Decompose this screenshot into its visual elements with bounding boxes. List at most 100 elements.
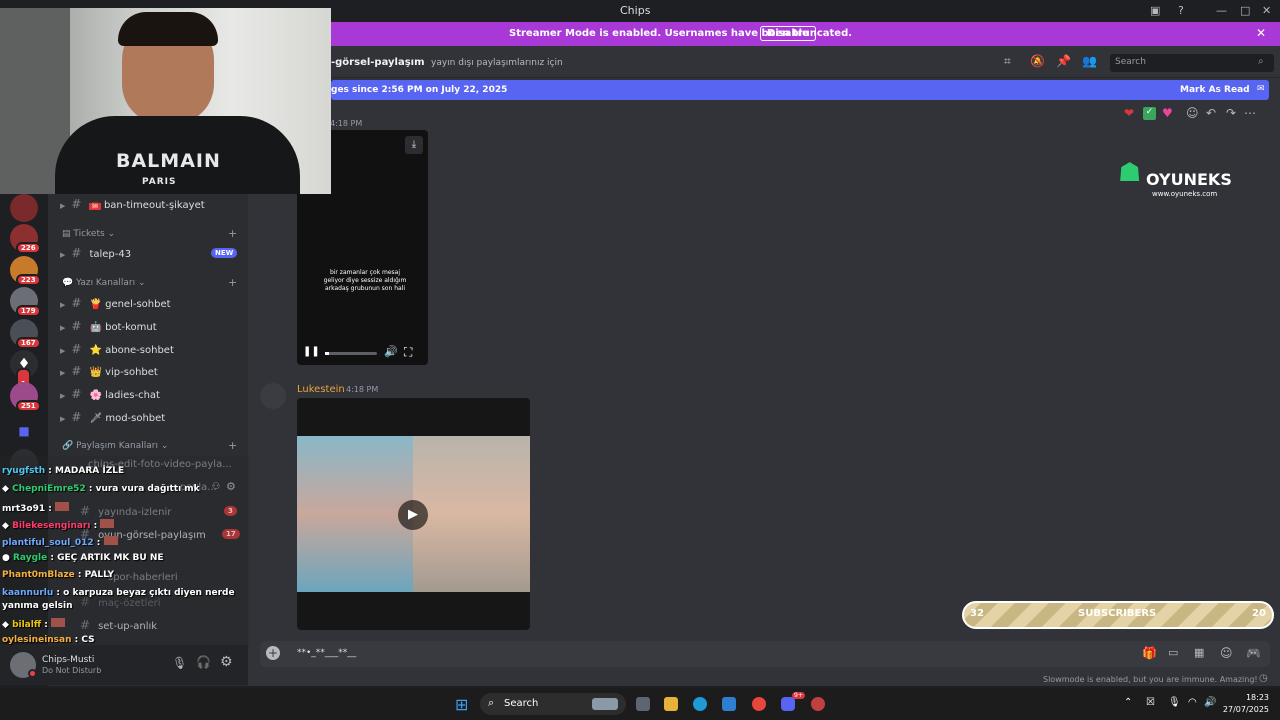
channel-genel[interactable]: ▶ # 🍟 genel-sohbet — [60, 296, 171, 310]
check-reaction-icon[interactable]: ✓ — [1143, 107, 1156, 120]
server-badge: 167 — [16, 337, 41, 349]
emoji-icon[interactable]: ☺ — [1220, 646, 1233, 660]
server-icon[interactable]: 167 — [10, 319, 41, 349]
video-thumbnail-right — [413, 436, 530, 592]
message-timestamp: 4:18 PM — [330, 119, 363, 128]
reply-icon[interactable]: ↶ — [1206, 106, 1216, 120]
fullscreen-icon[interactable]: ⛶ — [404, 345, 412, 360]
message-timestamp: 4:18 PM — [346, 385, 379, 394]
tray-chevron-icon[interactable]: ⌃ — [1124, 697, 1132, 708]
chat-line: oylesineinsan : CS — [2, 635, 95, 645]
gift-icon[interactable]: 🎁 — [1142, 646, 1157, 660]
search-input[interactable]: Search ⌕ — [1110, 54, 1274, 72]
pause-icon[interactable]: ❚❚ — [303, 346, 320, 357]
mark-as-read-button[interactable]: Mark As Read — [1180, 85, 1250, 95]
forward-icon[interactable]: ↷ — [1226, 106, 1236, 120]
discord-icon[interactable] — [781, 697, 795, 711]
inbox-icon[interactable]: ▣ — [1150, 4, 1160, 17]
category-yazi[interactable]: 💬 Yazı Kanalları ⌄ — [62, 278, 146, 288]
chrome-icon[interactable] — [752, 697, 766, 711]
message-input[interactable]: + **•_**___**__ 🎁 ▭ ▦ ☺ 🎮 — [260, 641, 1270, 667]
chat-user: plantiful_soul_012 — [2, 538, 94, 548]
close-window-icon[interactable]: ✕ — [1262, 4, 1271, 17]
oyuneks-logo: ☗ OYUNEKS www.oyuneks.com — [1118, 156, 1248, 200]
task-view-icon[interactable] — [636, 697, 650, 711]
channel-mod[interactable]: ▶ # 🗡 mod-sohbet — [60, 410, 165, 424]
more-icon[interactable]: ⋯ — [1244, 106, 1256, 120]
category-paylasim[interactable]: 🔗 Paylaşım Kanalları ⌄ — [62, 441, 168, 451]
app-icon[interactable] — [811, 697, 825, 711]
chat-msg: CS — [81, 635, 95, 645]
microphone-icon[interactable]: 🎙 — [1168, 697, 1181, 708]
download-icon[interactable]: ⤓ — [405, 136, 423, 154]
headphones-icon[interactable]: 🎧 — [196, 655, 211, 669]
discord-window: { "window": {"title": "Chips"}, "banner"… — [0, 0, 1280, 720]
channel-talep[interactable]: ▶ # talep-43 — [60, 246, 131, 260]
heart-reaction-icon[interactable]: ♥ — [1162, 106, 1173, 120]
chat-msg: vura vura dağıttı mk — [95, 484, 200, 494]
channel-abone[interactable]: ▶ # ⭐ abone-sohbet — [60, 342, 174, 356]
channel-ladies[interactable]: ▶ # 🌸 ladies-chat — [60, 387, 160, 401]
chat-user: ryugfsth — [2, 466, 46, 476]
folder-icon[interactable]: ■ — [10, 417, 38, 445]
tray-app-icon[interactable]: ☒ — [1146, 697, 1155, 708]
dice-icon[interactable]: ♦1 — [10, 350, 38, 400]
channel-ban-timeout[interactable]: ▶ # 🆘 ban-timeout-şikayet — [60, 197, 205, 211]
edge-icon[interactable] — [693, 697, 707, 711]
add-channel-icon[interactable]: + — [228, 227, 237, 240]
disable-button[interactable]: Disable — [760, 26, 816, 41]
new-messages-bar[interactable]: ges since 2:56 PM on July 22, 2025 Mark … — [331, 80, 1269, 100]
chat-user: kaannurlu — [2, 588, 54, 598]
video-attachment[interactable]: ▶ — [297, 398, 530, 630]
add-reaction-icon[interactable]: ☺ — [1186, 106, 1199, 120]
mute-icon[interactable]: 🔕 — [1030, 54, 1045, 68]
windows-start-icon[interactable]: ⊞ — [455, 695, 468, 714]
gif-icon[interactable]: ▭ — [1168, 646, 1178, 659]
volume-icon[interactable]: 🔊 — [384, 345, 398, 358]
sticker-icon[interactable]: ▦ — [1194, 646, 1204, 659]
file-explorer-icon[interactable] — [664, 697, 678, 711]
play-icon[interactable]: ▶ — [398, 500, 428, 530]
help-icon[interactable]: ? — [1178, 4, 1184, 17]
subscribers-goal-bar: 32 SUBSCRIBERS 20 — [962, 601, 1274, 629]
members-icon[interactable]: 👥 — [1082, 54, 1097, 68]
category-tickets[interactable]: ▤ Tickets ⌄ — [62, 229, 115, 239]
message-author[interactable]: Lukestein — [297, 384, 345, 395]
video-thumbnail-left — [297, 436, 413, 592]
logo-brand: OYUNEKS — [1146, 170, 1232, 189]
channel-vip[interactable]: ▶ # 👑 vip-sohbet — [60, 364, 158, 378]
attach-plus-icon[interactable]: + — [266, 646, 280, 660]
heart-reaction-icon[interactable]: ❤ — [1124, 106, 1134, 120]
add-channel-icon[interactable]: + — [228, 439, 237, 452]
channel-label: abone-sohbet — [105, 345, 174, 356]
channel-bot[interactable]: ▶ # 🤖 bot-komut — [60, 319, 157, 333]
store-icon[interactable] — [722, 697, 736, 711]
maximize-icon[interactable]: □ — [1240, 4, 1250, 17]
pin-icon[interactable]: 📌 — [1056, 54, 1071, 68]
microphone-icon[interactable]: 🎙 — [172, 656, 187, 670]
emote-icon — [54, 502, 69, 511]
threads-icon[interactable]: ⌗ — [1004, 54, 1011, 69]
settings-icon[interactable]: ⚙ — [220, 654, 233, 670]
dnd-status-icon — [28, 669, 37, 678]
close-banner-icon[interactable]: ✕ — [1256, 26, 1266, 40]
server-icon[interactable]: 223 — [10, 256, 41, 286]
chat-msg: GEÇ ARTIK MK BU NE — [57, 553, 164, 563]
volume-icon[interactable]: 🔊 — [1204, 697, 1216, 708]
server-badge: 179 — [16, 305, 41, 317]
server-icon[interactable]: 179 — [10, 287, 41, 317]
server-icon[interactable]: 251 — [10, 382, 41, 412]
minimize-icon[interactable]: — — [1216, 4, 1227, 17]
channel-label: mod-sohbet — [105, 413, 166, 424]
wifi-icon[interactable]: ◠ — [1188, 697, 1197, 708]
apps-icon[interactable]: 🎮 — [1246, 646, 1261, 660]
add-channel-icon[interactable]: + — [228, 276, 237, 289]
server-badge: 223 — [16, 274, 41, 286]
server-icon[interactable] — [10, 194, 38, 222]
avatar[interactable] — [260, 383, 286, 409]
taskbar-search[interactable]: ⌕ Search — [480, 693, 626, 715]
server-icon[interactable]: 226 — [10, 224, 41, 254]
video-caption: bir zamanlar çok mesaj geliyor diye sess… — [323, 269, 407, 292]
chat-user: bilalff — [12, 620, 42, 630]
video-progress-bar[interactable] — [325, 352, 377, 355]
